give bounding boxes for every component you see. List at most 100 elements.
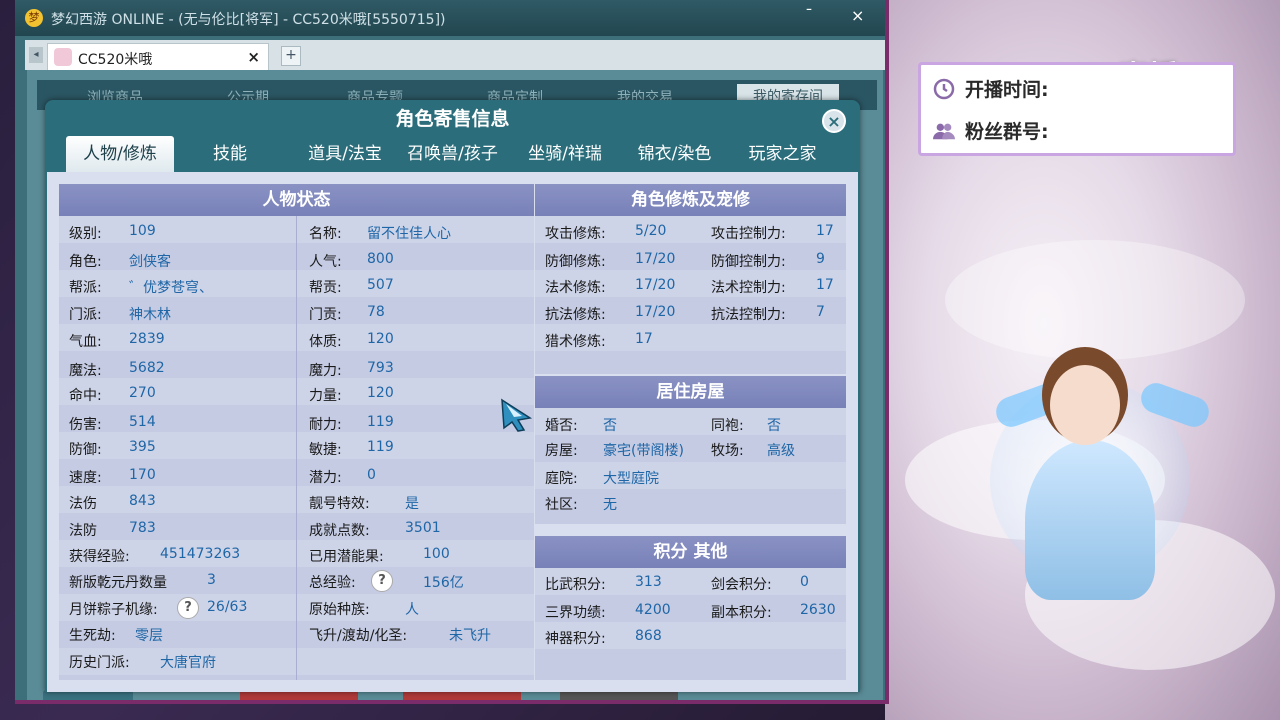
tab-summons-children[interactable]: 召唤兽/孩子 [400, 136, 505, 172]
stat-label: 飞升/渡劫/化圣: [309, 628, 408, 644]
stat-label: 门派: [69, 307, 102, 323]
tab-player-home[interactable]: 玩家之家 [735, 136, 830, 172]
house-value: 大型庭院 [603, 471, 659, 487]
window-title: 梦幻西游 ONLINE - (无与伦比[将军] - CC520米哦[555071… [51, 12, 446, 28]
stat-label: 生死劫: [69, 628, 116, 644]
start-time-label: 开播时间: [965, 79, 1049, 101]
cult-value: 17/20 [635, 277, 676, 293]
stat-value: 783 [129, 520, 156, 536]
stat-value: 0 [367, 467, 376, 483]
stat-value: 留不住佳人心 [367, 226, 451, 242]
stat-label: 历史门派: [69, 655, 130, 671]
tab-scroll-left-button[interactable]: ◂ [29, 47, 43, 63]
cult-label: 抗法控制力: [711, 307, 786, 323]
stat-label: 月饼粽子机缘: [69, 602, 158, 618]
tab-close-icon[interactable]: × [247, 48, 260, 66]
cult-label: 攻击修炼: [545, 226, 606, 242]
stat-value: 120 [367, 385, 394, 401]
window-close-button[interactable]: × [851, 6, 864, 25]
help-icon[interactable]: ? [177, 597, 199, 619]
dialog-content: 人物状态 级别: 109 角色: 剑侠客 帮派: ゛优梦苍穹、 门派: 神木林 气血: 2… [47, 172, 858, 692]
new-tab-button[interactable]: + [281, 46, 301, 66]
house-value: 否 [767, 418, 781, 434]
stat-value: 剑侠客 [129, 254, 171, 270]
stat-label: 帮贡: [309, 280, 342, 296]
tab-items-treasures[interactable]: 道具/法宝 [290, 136, 400, 172]
cult-label: 防御修炼: [545, 254, 606, 270]
points-value: 0 [800, 574, 809, 590]
cult-value: 17 [816, 277, 834, 293]
points-label: 神器积分: [545, 631, 606, 647]
cult-value: 7 [816, 304, 825, 320]
stat-value: 5682 [129, 360, 165, 376]
group-icon [933, 120, 955, 142]
clock-icon [933, 78, 955, 100]
stat-value: 109 [129, 223, 156, 239]
stat-label: 已用潜能果: [309, 549, 384, 565]
stat-label: 新版乾元丹数量 [69, 575, 167, 591]
stat-value: 514 [129, 414, 156, 430]
stat-label: 法防 [69, 523, 97, 539]
cult-label: 法术控制力: [711, 280, 786, 296]
stat-label: 命中: [69, 388, 102, 404]
cult-value: 17/20 [635, 304, 676, 320]
stat-value: 3501 [405, 520, 441, 536]
house-value: 否 [603, 418, 617, 434]
cult-label: 防御控制力: [711, 254, 786, 270]
stat-label: 成就点数: [309, 523, 370, 539]
dialog-title: 角色寄售信息 [395, 108, 510, 130]
stat-label: 敏捷: [309, 442, 342, 458]
tab-skills[interactable]: 技能 [185, 136, 275, 172]
stat-value: 78 [367, 304, 385, 320]
house-value: 无 [603, 497, 617, 513]
stat-value: 2839 [129, 331, 165, 347]
stat-label: 级别: [69, 226, 102, 242]
points-value: 868 [635, 628, 662, 644]
character-status-heading: 人物状态 [59, 184, 534, 216]
browser-tab[interactable]: CC520米哦 × [47, 43, 269, 70]
house-label: 同袍: [711, 418, 744, 434]
housing-panel: 居住房屋 婚否: 否 同袍: 否 房屋: 豪宅(带阁楼) 牧场: 高级 庭院: 大型庭院 社区… [535, 376, 846, 524]
app-logo-icon: 梦 [25, 9, 43, 27]
points-value: 4200 [635, 602, 671, 618]
cultivation-heading: 角色修炼及宠修 [535, 184, 846, 216]
house-label: 牧场: [711, 443, 744, 459]
tab-mounts[interactable]: 坐骑/祥瑞 [515, 136, 615, 172]
fan-group-label: 粉丝群号: [965, 121, 1049, 143]
house-value: 高级 [767, 443, 795, 459]
dialog-close-button[interactable]: × [822, 109, 846, 133]
house-label: 房屋: [545, 443, 578, 459]
stat-label: 速度: [69, 470, 102, 486]
stat-value: 395 [129, 439, 156, 455]
game-cursor-icon [500, 398, 533, 432]
stat-value: 507 [367, 277, 394, 293]
start-time-row: 开播时间: [933, 75, 1049, 102]
stat-label: 魔力: [309, 363, 342, 379]
stat-value: 3 [207, 572, 216, 588]
stat-value: 270 [129, 385, 156, 401]
stat-value: ゛优梦苍穹、 [129, 280, 213, 296]
stat-label: 人气: [309, 254, 342, 270]
stat-label: 靓号特效: [309, 496, 370, 512]
tab-character-cultivation[interactable]: 人物/修炼 [66, 136, 174, 172]
minimize-button[interactable]: ˉ [805, 6, 813, 25]
stat-label: 力量: [309, 388, 342, 404]
cult-value: 17 [635, 331, 653, 347]
cult-label: 抗法修炼: [545, 307, 606, 323]
points-value: 2630 [800, 602, 836, 618]
stat-label: 原始种族: [309, 602, 370, 618]
stat-value: 120 [367, 331, 394, 347]
stat-label: 伤害: [69, 417, 102, 433]
stat-label: 魔法: [69, 363, 102, 379]
help-icon[interactable]: ? [371, 570, 393, 592]
cult-value: 9 [816, 251, 825, 267]
stat-value: 人 [405, 602, 419, 618]
character-status-panel: 人物状态 级别: 109 角色: 剑侠客 帮派: ゛优梦苍穹、 门派: 神木林 气血: 2… [59, 184, 534, 680]
stat-value: 未飞升 [449, 628, 491, 644]
cultivation-panel: 角色修炼及宠修 攻击修炼: 5/20 攻击控制力: 17 防御修炼: 17/20 防御控制… [535, 184, 846, 374]
tab-outfits-dye[interactable]: 锦衣/染色 [627, 136, 722, 172]
stat-value: 大唐官府 [160, 655, 216, 671]
fan-group-row: 粉丝群号: [933, 117, 1049, 144]
cult-label: 猎术修炼: [545, 334, 606, 350]
stat-value: 800 [367, 251, 394, 267]
